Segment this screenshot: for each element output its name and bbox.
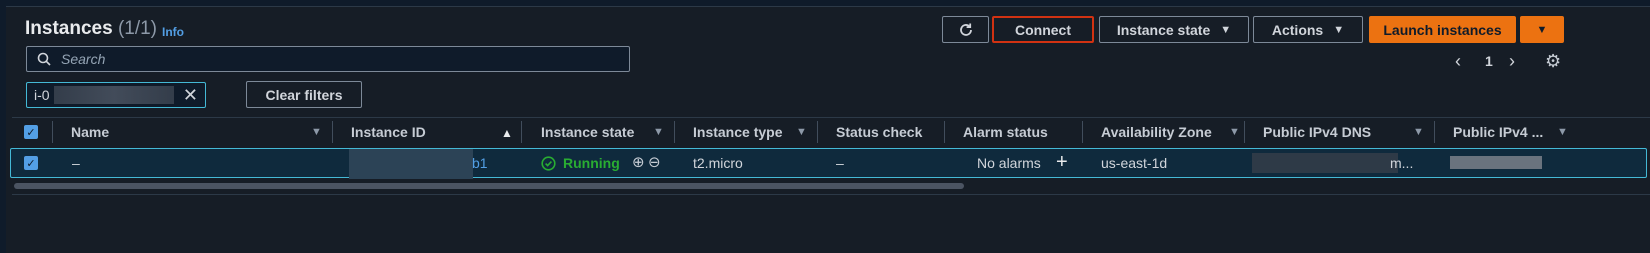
connect-button[interactable]: Connect	[992, 16, 1094, 43]
page-number[interactable]: 1	[1485, 51, 1493, 71]
instance-state-dropdown[interactable]: Instance state ▼	[1099, 16, 1249, 43]
instances-panel: Instances (1/1) Info Connect Instance st…	[6, 6, 1650, 253]
launch-instances-button[interactable]: Launch instances	[1369, 16, 1516, 43]
column-separator	[1434, 121, 1435, 143]
prev-page-button[interactable]: ‹	[1455, 51, 1461, 71]
table-bottom-divider	[12, 194, 1650, 195]
column-header-name[interactable]: Name	[71, 124, 109, 140]
cell-name: –	[72, 155, 80, 171]
info-link[interactable]: Info	[162, 25, 184, 39]
remove-filter-close-icon[interactable]: ✕	[183, 85, 198, 106]
caret-down-icon: ▼	[1333, 23, 1345, 36]
column-separator	[817, 121, 818, 143]
column-header-availability-zone[interactable]: Availability Zone	[1101, 124, 1212, 140]
column-separator	[674, 121, 675, 143]
page-title: Instances (1/1)	[25, 18, 157, 40]
instance-state-label: Instance state	[1116, 21, 1211, 38]
launch-options-dropdown[interactable]: ▼	[1520, 16, 1564, 43]
sort-caret-icon[interactable]: ▼	[1229, 126, 1240, 138]
filter-token-text: i-0	[34, 87, 50, 103]
cell-status-check: –	[836, 155, 844, 171]
column-header-public-ipv4[interactable]: Public IPv4 ...	[1453, 124, 1543, 140]
column-header-status-check[interactable]: Status check	[836, 124, 922, 140]
cell-alarm-status: No alarms	[977, 155, 1041, 171]
redacted-value	[53, 86, 174, 104]
zoom-out-icon[interactable]: ⊖	[648, 153, 661, 171]
cell-instance-type: t2.micro	[693, 155, 743, 171]
cell-instance-state: Running	[541, 155, 620, 171]
column-separator	[944, 121, 945, 143]
column-header-alarm-status[interactable]: Alarm status	[963, 124, 1048, 140]
cell-availability-zone: us-east-1d	[1101, 155, 1168, 171]
select-all-checkbox[interactable]: ✓	[24, 125, 38, 139]
add-alarm-plus-icon[interactable]: +	[1056, 151, 1068, 174]
sort-caret-icon[interactable]: ▼	[653, 126, 664, 138]
actions-dropdown[interactable]: Actions ▼	[1253, 16, 1363, 43]
column-separator	[332, 121, 333, 143]
horizontal-scrollbar[interactable]	[14, 183, 964, 189]
redacted-ipv4	[1450, 156, 1542, 169]
app-frame: Instances (1/1) Info Connect Instance st…	[0, 0, 1650, 253]
header-divider	[12, 117, 1650, 118]
sort-caret-icon[interactable]: ▼	[796, 126, 807, 138]
sort-caret-icon[interactable]: ▼	[1413, 126, 1424, 138]
caret-down-icon: ▼	[1220, 23, 1232, 36]
actions-label: Actions	[1271, 21, 1324, 38]
column-header-instance-type[interactable]: Instance type	[693, 124, 782, 140]
title-text: Instances	[25, 18, 113, 39]
column-header-public-ipv4-dns[interactable]: Public IPv4 DNS	[1263, 124, 1371, 140]
zoom-in-icon[interactable]: ⊕	[632, 153, 645, 171]
column-separator	[1244, 121, 1245, 143]
success-check-icon	[541, 155, 556, 171]
sort-caret-icon[interactable]: ▼	[311, 126, 322, 138]
column-separator	[52, 121, 53, 143]
search-icon	[37, 52, 51, 66]
column-separator	[521, 121, 522, 143]
refresh-button[interactable]	[942, 16, 989, 43]
column-header-instance-state[interactable]: Instance state	[541, 124, 634, 140]
search-box[interactable]	[26, 46, 630, 72]
column-header-instance-id[interactable]: Instance ID	[351, 124, 426, 140]
cell-public-dns: m...	[1390, 155, 1414, 171]
filter-token[interactable]: i-0 ✕	[26, 82, 206, 108]
instance-id-link[interactable]: b1	[472, 155, 488, 171]
search-input[interactable]	[59, 50, 623, 68]
sort-caret-icon[interactable]: ▼	[1557, 126, 1568, 138]
instance-count: (1/1)	[117, 18, 158, 39]
preferences-gear-icon[interactable]: ⚙	[1545, 51, 1561, 71]
next-page-button[interactable]: ›	[1509, 51, 1515, 71]
clear-filters-button[interactable]: Clear filters	[246, 81, 362, 108]
refresh-icon	[959, 23, 972, 36]
sort-ascending-icon[interactable]: ▲	[501, 126, 513, 140]
redacted-dns	[1252, 153, 1398, 173]
row-checkbox[interactable]: ✓	[24, 156, 38, 170]
state-running-label: Running	[563, 155, 620, 171]
column-separator	[1082, 121, 1083, 143]
redacted-instance-id	[349, 149, 473, 179]
caret-down-icon: ▼	[1536, 23, 1548, 36]
